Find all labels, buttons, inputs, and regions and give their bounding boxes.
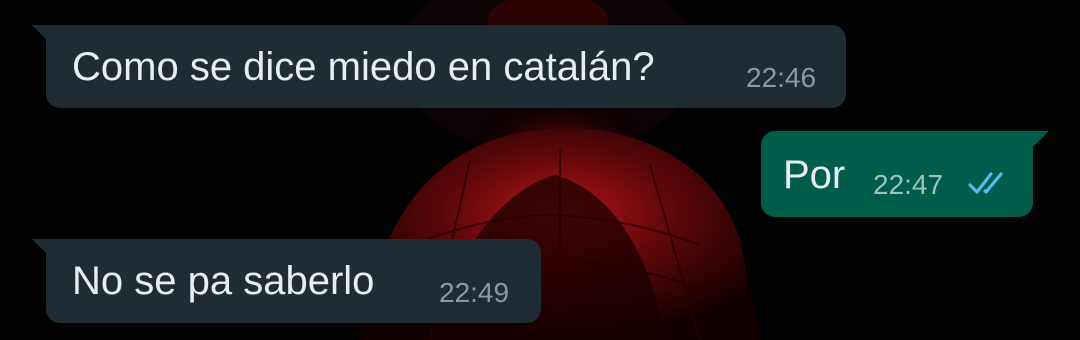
message-text: Como se dice miedo en catalán? [72, 45, 655, 89]
message-text: No se pa saberlo [72, 259, 375, 303]
message-timestamp: 22:46 [746, 62, 817, 93]
message-timestamp: 22:47 [873, 169, 944, 200]
incoming-message-bubble[interactable]: Como se dice miedo en catalán? 22:46 [32, 25, 846, 108]
incoming-message-bubble[interactable]: No se pa saberlo 22:49 [32, 239, 541, 323]
chat-conversation: Como se dice miedo en catalán? 22:46 Por… [0, 0, 1080, 340]
message-text: Por [783, 153, 846, 197]
bubble-tail [1031, 131, 1049, 149]
outgoing-message-bubble[interactable]: Por 22:47 [761, 131, 1049, 217]
bubble-tail [32, 25, 50, 43]
bubble-tail [32, 239, 50, 257]
double-check-read-icon [968, 172, 1003, 194]
message-timestamp: 22:49 [439, 277, 510, 308]
